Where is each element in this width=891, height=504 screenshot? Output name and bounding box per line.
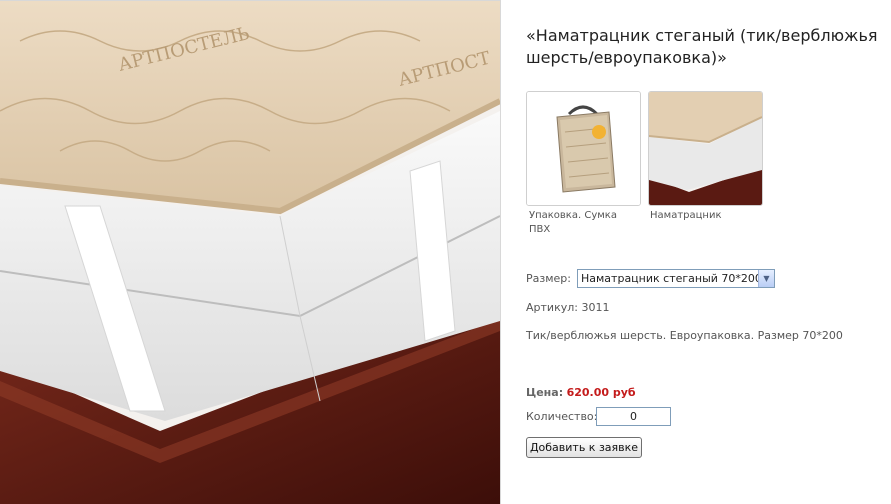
quantity-input[interactable]: 0 bbox=[596, 407, 671, 426]
quantity-label: Количество: bbox=[526, 410, 598, 423]
product-title: «Наматрацник стеганый (тик/верблюжья шер… bbox=[526, 26, 878, 67]
thumbnail-mattress[interactable] bbox=[648, 91, 763, 206]
article-number: Артикул: 3011 bbox=[526, 301, 610, 314]
size-select-value: Наматрацник стеганый 70*200 bbox=[581, 272, 762, 285]
price-value: 620.00 руб bbox=[566, 386, 636, 399]
product-description: Тик/верблюжья шерсть. Евроупаковка. Разм… bbox=[526, 329, 843, 342]
size-label: Размер: bbox=[526, 272, 571, 285]
price-label: Цена: bbox=[526, 386, 564, 399]
size-select[interactable]: Наматрацник стеганый 70*200 ▼ bbox=[577, 269, 775, 288]
thumbnail-caption-package: Упаковка. Сумка ПВХ bbox=[529, 210, 617, 235]
product-main-image[interactable]: АРТПОСТЕЛЬ АРТПОСТ bbox=[0, 0, 501, 504]
thumbnail-package[interactable] bbox=[526, 91, 641, 206]
chevron-down-icon[interactable]: ▼ bbox=[758, 270, 774, 287]
add-to-request-button[interactable]: Добавить к заявке bbox=[526, 437, 642, 458]
price-row: Цена: 620.00 руб bbox=[526, 386, 636, 399]
thumbnail-caption-mattress: Наматрацник bbox=[650, 210, 722, 221]
